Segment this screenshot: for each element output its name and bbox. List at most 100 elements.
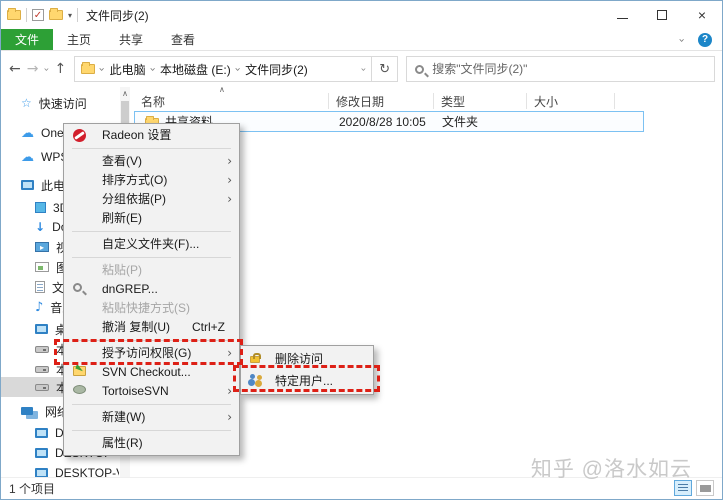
monitor-icon xyxy=(21,180,34,190)
menu-item-paste-shortcut: 粘贴快捷方式(S) xyxy=(64,299,239,318)
document-icon xyxy=(35,281,45,293)
submenu-arrow-icon: › xyxy=(227,171,232,190)
radeon-icon xyxy=(73,129,86,142)
history-dropdown-icon[interactable]: › xyxy=(41,67,52,71)
menu-item-tortoisesvn[interactable]: TortoiseSVN› xyxy=(64,382,239,401)
menu-separator xyxy=(72,257,231,258)
sort-ascending-icon: ∧ xyxy=(219,85,225,94)
zhihu-watermark: 知乎 @洛水如云 xyxy=(531,453,692,483)
breadcrumb[interactable]: › 此电脑 › 本地磁盘 (E:) › 文件同步(2) › xyxy=(74,56,372,82)
shortcut-label: Ctrl+Z xyxy=(192,318,225,337)
tortoisesvn-icon xyxy=(73,385,86,394)
tab-share[interactable]: 共享 xyxy=(105,29,157,50)
forward-button[interactable]: → xyxy=(27,61,39,77)
menu-separator xyxy=(72,340,231,341)
chevron-right-icon: › xyxy=(146,67,159,71)
address-row: ← → › ↑ › 此电脑 › 本地磁盘 (E:) › 文件同步(2) › ↻ xyxy=(1,51,722,87)
tab-view[interactable]: 查看 xyxy=(157,29,209,50)
chevron-right-icon: › xyxy=(96,67,109,71)
tab-home[interactable]: 主页 xyxy=(53,29,105,50)
picture-icon xyxy=(35,262,49,272)
submenu-arrow-icon: › xyxy=(227,382,232,401)
users-icon xyxy=(250,374,263,385)
scroll-up-icon[interactable]: ∧ xyxy=(120,89,130,98)
breadcrumb-drive-e[interactable]: 本地磁盘 (E:) xyxy=(160,61,231,78)
expand-ribbon-icon[interactable]: › xyxy=(675,38,688,42)
menu-item-sort-by[interactable]: 排序方式(O)› xyxy=(64,171,239,190)
submenu-item-specific-users[interactable]: 特定用户... xyxy=(241,370,373,392)
submenu-arrow-icon: › xyxy=(227,344,232,363)
give-access-submenu: 删除访问 特定用户... xyxy=(240,345,374,395)
minimize-button[interactable] xyxy=(602,1,642,29)
column-header-type[interactable]: 类型 xyxy=(441,91,465,111)
icons-view-button[interactable] xyxy=(696,480,714,496)
file-date: 2020/8/28 10:05 xyxy=(339,115,426,129)
menu-item-give-access[interactable]: 授予访问权限(G)› xyxy=(64,344,239,363)
divider xyxy=(328,93,329,109)
menu-item-customize-folder[interactable]: 自定义文件夹(F)... xyxy=(64,235,239,254)
location-folder-icon xyxy=(81,64,95,74)
menu-separator xyxy=(72,404,231,405)
qat-dropdown-icon[interactable]: ▾ xyxy=(68,11,72,20)
monitor-icon xyxy=(35,324,48,334)
explorer-window: ✓ ▾ 文件同步(2) × 文件 主页 共享 查看 › ? ← → › ↑ xyxy=(0,0,723,500)
submenu-item-remove-access[interactable]: 删除访问 xyxy=(241,348,373,370)
video-icon: ▸ xyxy=(35,242,49,252)
menu-item-undo-copy[interactable]: 撤消 复制(U)Ctrl+Z xyxy=(64,318,239,337)
column-header-date[interactable]: 修改日期 xyxy=(336,91,384,111)
maximize-icon xyxy=(657,10,667,20)
menu-item-refresh[interactable]: 刷新(E) xyxy=(64,209,239,228)
disk-icon xyxy=(35,346,49,353)
submenu-arrow-icon: › xyxy=(227,152,232,171)
minimize-icon xyxy=(617,18,628,19)
star-icon: ☆ xyxy=(21,96,32,110)
lock-icon xyxy=(250,356,260,363)
divider xyxy=(526,93,527,109)
refresh-button[interactable]: ↻ xyxy=(372,56,398,82)
pc-icon xyxy=(35,428,48,438)
column-header-size[interactable]: 大小 xyxy=(534,91,558,111)
menu-separator xyxy=(72,148,231,149)
sidebar-item-quick-access[interactable]: ☆快速访问 xyxy=(1,93,119,113)
submenu-arrow-icon: › xyxy=(227,190,232,209)
menu-item-paste: 粘贴(P) xyxy=(64,261,239,280)
menu-item-new[interactable]: 新建(W)› xyxy=(64,408,239,427)
divider xyxy=(433,93,434,109)
chevron-right-icon: › xyxy=(231,67,244,71)
window-title: 文件同步(2) xyxy=(86,7,149,24)
back-button[interactable]: ← xyxy=(9,61,21,77)
search-input[interactable] xyxy=(432,62,706,76)
divider xyxy=(26,8,27,22)
item-count: 1 个项目 xyxy=(9,480,55,497)
maximize-button[interactable] xyxy=(642,1,682,29)
close-button[interactable]: × xyxy=(682,1,722,29)
address-dropdown-icon[interactable]: › xyxy=(358,67,369,71)
download-icon: ↓ xyxy=(35,220,45,234)
properties-check-icon[interactable]: ✓ xyxy=(32,9,44,21)
breadcrumb-current-folder[interactable]: 文件同步(2) xyxy=(245,61,308,78)
magnifier-icon xyxy=(73,283,82,292)
tab-file[interactable]: 文件 xyxy=(1,29,53,50)
menu-item-svn-checkout[interactable]: SVN Checkout... xyxy=(64,363,239,382)
breadcrumb-this-pc[interactable]: 此电脑 xyxy=(110,61,146,78)
column-header-name[interactable]: 名称 xyxy=(141,91,165,111)
menu-item-properties[interactable]: 属性(R) xyxy=(64,434,239,453)
cloud-icon: ☁ xyxy=(21,126,34,141)
search-box[interactable] xyxy=(406,56,715,82)
cube-icon xyxy=(35,202,46,213)
menu-item-dngrep[interactable]: dnGREP... xyxy=(64,280,239,299)
menu-separator xyxy=(72,231,231,232)
pc-icon xyxy=(35,448,48,458)
new-folder-icon[interactable] xyxy=(49,10,63,20)
app-folder-icon xyxy=(7,10,21,20)
context-menu: Radeon 设置 查看(V)› 排序方式(O)› 分组依据(P)› 刷新(E)… xyxy=(63,123,240,456)
menu-item-group-by[interactable]: 分组依据(P)› xyxy=(64,190,239,209)
disk-icon xyxy=(35,384,49,391)
menu-item-radeon-settings[interactable]: Radeon 设置 xyxy=(64,126,239,145)
up-button[interactable]: ↑ xyxy=(54,61,66,77)
help-icon[interactable]: ? xyxy=(698,33,712,47)
disk-icon xyxy=(35,366,49,373)
menu-item-view[interactable]: 查看(V)› xyxy=(64,152,239,171)
search-icon xyxy=(415,65,424,74)
divider xyxy=(614,93,615,109)
